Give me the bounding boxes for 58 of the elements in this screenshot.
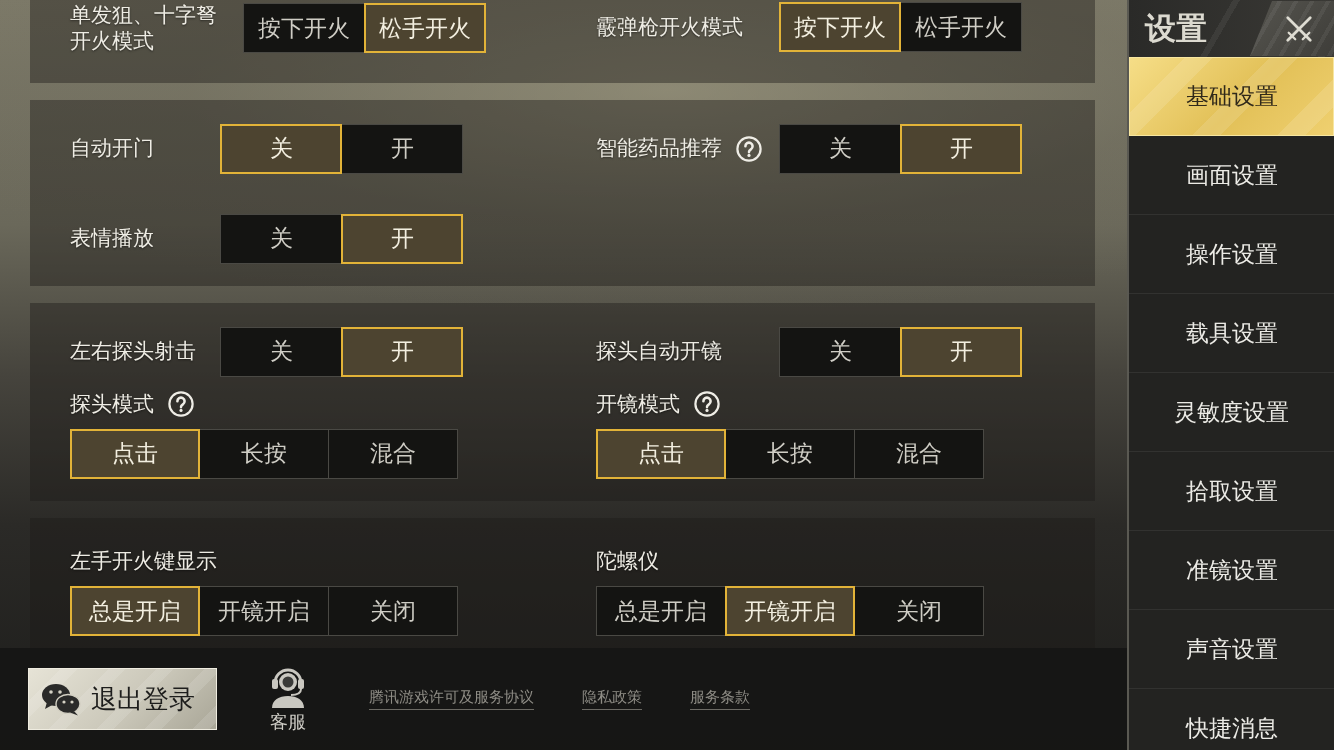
setting-label: 自动开门: [70, 135, 154, 162]
option-button[interactable]: 点击: [596, 428, 726, 479]
option-button[interactable]: 开: [900, 123, 1022, 174]
option-button[interactable]: 松手开火: [900, 2, 1022, 52]
setting-label: 探头自动开镜: [596, 338, 722, 365]
option-button[interactable]: 关: [779, 326, 901, 377]
setting-label: 左右探头射击: [70, 338, 196, 365]
setting-label: 单发狙、十字弩开火模式: [70, 2, 218, 55]
option-button[interactable]: 关闭: [854, 586, 984, 636]
option-button[interactable]: 关闭: [328, 586, 458, 636]
help-icon[interactable]: [168, 390, 194, 417]
setting-label: 霰弹枪开火模式: [596, 13, 743, 41]
sidebar-title: 设置: [1145, 8, 1207, 48]
option-button[interactable]: 点击: [70, 428, 200, 479]
option-button[interactable]: 松手开火: [363, 3, 486, 54]
setting-label: 左手开火键显示: [70, 547, 217, 574]
sidebar-item[interactable]: 准镜设置: [1129, 531, 1334, 610]
sidebar-item[interactable]: 载具设置: [1129, 294, 1334, 373]
sidebar-item[interactable]: 快捷消息: [1129, 689, 1334, 750]
option-button[interactable]: 开: [341, 326, 463, 377]
option-button[interactable]: 关: [220, 123, 342, 174]
sidebar-item[interactable]: 声音设置: [1129, 610, 1334, 689]
setting-label: 探头模式: [70, 390, 154, 417]
option-button[interactable]: 关: [220, 326, 342, 377]
setting-label: 开镜模式: [596, 390, 680, 417]
help-icon[interactable]: [694, 390, 720, 417]
option-button[interactable]: 混合: [328, 428, 458, 479]
option-button[interactable]: 关: [779, 123, 901, 174]
footer-link[interactable]: 隐私政策: [582, 688, 642, 710]
option-button[interactable]: 按下开火: [242, 3, 365, 54]
option-button[interactable]: 开: [900, 326, 1022, 377]
close-button[interactable]: [1250, 1, 1334, 56]
sidebar-item[interactable]: 基础设置: [1129, 57, 1334, 136]
option-button[interactable]: 总是开启: [70, 586, 200, 636]
help-icon[interactable]: [736, 135, 762, 162]
setting-label: 陀螺仪: [596, 547, 659, 574]
option-button[interactable]: 长按: [725, 428, 855, 479]
setting-label: 表情播放: [70, 225, 154, 252]
footer-link[interactable]: 服务条款: [690, 688, 750, 710]
footer-link[interactable]: 腾讯游戏许可及服务协议: [369, 688, 534, 710]
option-button[interactable]: 开镜开启: [199, 586, 329, 636]
logout-button[interactable]: 退出登录: [28, 668, 217, 730]
option-button[interactable]: 总是开启: [596, 586, 726, 636]
option-button[interactable]: 混合: [854, 428, 984, 479]
sidebar-item[interactable]: 灵敏度设置: [1129, 373, 1334, 452]
option-button[interactable]: 长按: [199, 428, 329, 479]
close-icon: [1284, 13, 1314, 44]
sidebar-item[interactable]: 操作设置: [1129, 215, 1334, 294]
option-button[interactable]: 开镜开启: [725, 586, 855, 636]
option-button[interactable]: 关: [220, 213, 342, 264]
option-button[interactable]: 开: [341, 213, 463, 264]
support-button[interactable]: 客服: [268, 664, 308, 734]
option-button[interactable]: 按下开火: [779, 2, 901, 52]
sidebar-item[interactable]: 拾取设置: [1129, 452, 1334, 531]
sidebar-item[interactable]: 画面设置: [1129, 136, 1334, 215]
option-button[interactable]: 开: [341, 123, 463, 174]
chat-bubbles-icon: [41, 682, 81, 716]
setting-label: 智能药品推荐: [596, 135, 722, 162]
